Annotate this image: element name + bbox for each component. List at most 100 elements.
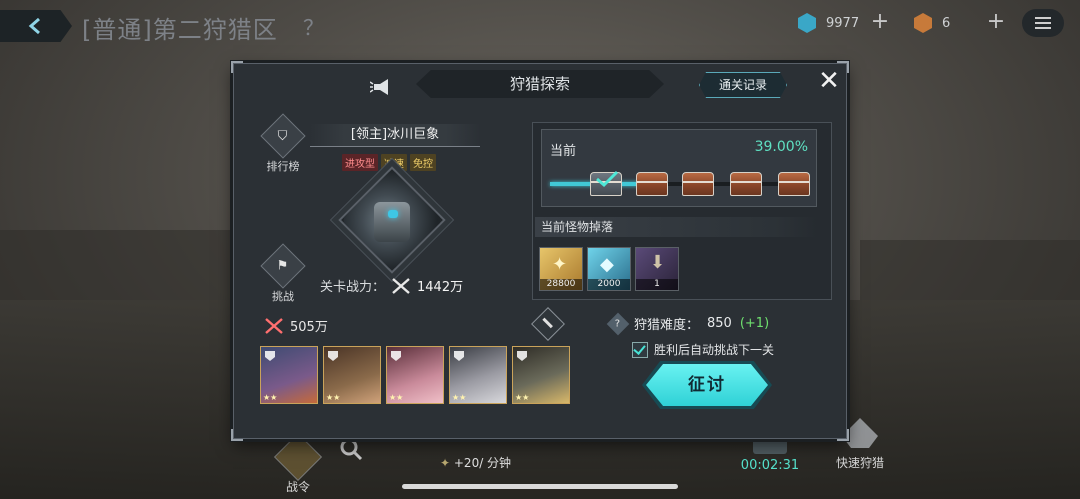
menu-button[interactable] [1022,9,1064,37]
battle-pass-label: 战令 [285,480,310,494]
leaderboard-label: 排行榜 [266,160,300,173]
add-token-button[interactable]: + [983,10,1009,36]
boss-tag: 进攻型 [342,154,378,171]
resource-token: 6 [914,11,950,35]
auto-next-toggle[interactable]: 胜利后自动挑战下一关 [632,341,774,358]
challenge-button[interactable]: ⚑ 挑战 [258,243,308,304]
crossed-swords-icon [265,317,283,334]
boss-name: [领主]冰川巨象 [310,124,480,147]
home-indicator[interactable] [402,484,678,489]
boss-panel: ⛉ 排行榜 ⚑ 挑战 [领主]冰川巨象 进攻型 减速 免控 关卡战力： 1442… [250,110,528,303]
blue-crystal-icon: ◆ [600,254,614,275]
gold-material-icon: ✦ [552,254,568,275]
attack-button[interactable]: 征讨 [646,364,768,406]
team-power: 505万 [264,316,328,335]
checkmark-icon [596,170,619,188]
back-arrow-icon [28,17,40,35]
hero-slot[interactable]: ★★ [512,346,570,404]
difficulty-label: 狩猎难度： [634,318,700,333]
hunt-rate-text: +20/ 分钟 [453,456,512,470]
hunt-difficulty: ? 狩猎难度： 850 (+1) [606,312,770,335]
role-tag-icon [328,351,338,361]
role-tag-icon [391,351,401,361]
role-tag-icon [454,351,464,361]
back-button[interactable] [0,10,72,42]
stage-power-value: 1442万 [417,280,464,295]
resource-token-value: 6 [942,15,951,31]
progress-percent: 39.00% [754,139,808,155]
boss-tag: 免控 [410,154,436,171]
auto-next-checkbox[interactable] [632,341,648,358]
background-rock [860,240,1080,300]
search-icon [340,438,363,461]
boss-portrait[interactable] [338,166,446,274]
stage-power: 关卡战力： 1442万 [320,276,463,295]
role-tag-icon [265,351,275,361]
help-button[interactable]: ？ [303,12,324,42]
timer-icon [753,438,787,454]
reward-chest[interactable] [730,172,762,196]
battle-pass-icon [273,432,323,482]
hero-slot[interactable]: ★★ [449,346,507,404]
progress-panel: 当前 39.00% 当前怪物掉落 ✦ 28800 ◆ 2000 ⬇ 1 [532,122,832,300]
difficulty-value: 850 [707,316,732,331]
resource-crystal-value: 9977 [826,15,860,31]
difficulty-help-icon[interactable]: ? [606,312,630,335]
drop-header: 当前怪物掉落 [535,217,817,237]
top-bar: [普通]第二狩猎区 ？ 9977 + 6 + [0,0,1080,54]
team-power-value: 505万 [290,320,328,335]
drop-item[interactable]: ⬇ 1 [635,247,679,291]
star-icon: ★★ [452,393,467,402]
progress-box: 当前 39.00% [541,129,817,207]
hunt-timer-value: 00:02:31 [740,458,800,473]
team-panel: 505万 ★★ ★★ ★★ ★★ ★★ ? 狩猎难度： 850 (+1) 胜利后… [250,306,830,416]
star-icon: ★★ [389,393,404,402]
hero-slot[interactable]: ★★ [260,346,318,404]
search-button[interactable] [336,436,366,465]
difficulty-bonus: (+1) [739,316,770,331]
area-title: [普通]第二狩猎区 [82,16,278,44]
crossed-swords-icon [392,277,410,294]
corner-decoration [837,429,849,441]
hunt-rate: ✦ +20/ 分钟 [440,454,511,471]
progress-label: 当前 [550,144,577,159]
pencil-icon [542,317,553,329]
add-crystal-button[interactable]: + [867,10,893,36]
drop-item-count: 28800 [540,279,582,290]
hero-slot[interactable]: ★★ [323,346,381,404]
dialog-title: 狩猎探索 [416,70,664,98]
reward-chest[interactable] [682,172,714,196]
hunt-explore-dialog: 狩猎探索 通关记录 ✕ ⛉ 排行榜 ⚑ 挑战 [领主]冰川巨象 进攻型 减速 免… [231,61,849,441]
hunt-timer: 00:02:31 [738,438,802,473]
drop-item-count: 2000 [588,279,630,290]
auto-next-label: 胜利后自动挑战下一关 [654,343,775,357]
drop-item[interactable]: ◆ 2000 [587,247,631,291]
chest-token-icon [914,13,932,33]
close-button[interactable]: ✕ [816,68,842,94]
star-icon: ★★ [326,393,341,402]
leaderboard-icon: ⛉ [260,113,306,159]
quick-hunt-label: 快速狩猎 [835,456,884,470]
drop-item[interactable]: ✦ 28800 [539,247,583,291]
hero-lineup: ★★ ★★ ★★ ★★ ★★ [260,346,570,404]
reward-chest[interactable] [636,172,668,196]
role-tag-icon [517,351,527,361]
rate-icon: ✦ [440,456,454,470]
battle-pass-button[interactable]: 战令 [273,432,323,495]
star-icon: ★★ [263,393,278,402]
background-rock [0,230,230,300]
leaderboard-button[interactable]: ⛉ 排行榜 [258,113,308,174]
edit-team-button[interactable] [531,307,565,341]
clear-record-button[interactable]: 通关记录 [699,72,787,98]
announcement-horn-icon[interactable] [370,78,396,96]
challenge-label: 挑战 [272,290,294,303]
glacier-mammoth-portrait [344,172,440,268]
dialog-header: 狩猎探索 通关记录 ✕ [234,64,846,106]
drop-item-count: 1 [636,279,678,290]
star-icon: ★★ [515,393,530,402]
challenge-icon: ⚑ [260,243,306,289]
reward-chest[interactable] [778,172,810,196]
stage-power-label: 关卡战力： [320,280,386,295]
drop-list: ✦ 28800 ◆ 2000 ⬇ 1 [539,247,679,291]
hero-slot[interactable]: ★★ [386,346,444,404]
